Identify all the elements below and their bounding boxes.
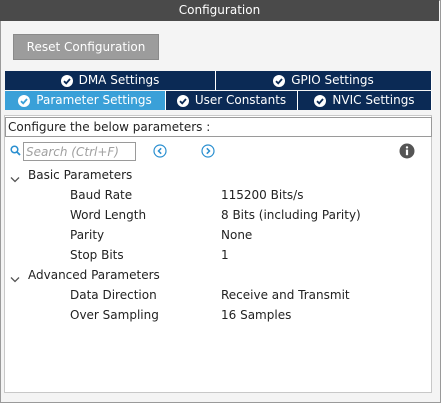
param-value[interactable]: Receive and Transmit [221,285,350,305]
tab-gpio-settings[interactable]: GPIO Settings [216,71,432,90]
group-advanced-parameters[interactable]: Advanced Parameters [10,265,430,285]
tab-dma-settings[interactable]: DMA Settings [5,71,216,90]
search-icon [10,145,21,159]
check-circle-icon [60,74,73,87]
param-value[interactable]: 115200 Bits/s [221,185,303,205]
param-name: Over Sampling [70,308,159,322]
param-row-stop-bits[interactable]: Stop Bits 1 [0,245,430,265]
param-row-over-sampling[interactable]: Over Sampling 16 Samples [0,305,430,325]
param-row-baud-rate[interactable]: Baud Rate 115200 Bits/s [0,185,430,205]
tab-nvic-settings[interactable]: NVIC Settings [298,91,432,110]
param-name: Parity [70,228,105,242]
tab-user-constants[interactable]: User Constants [166,91,298,110]
tab-parameter-settings[interactable]: Parameter Settings [5,91,166,110]
description-text: Configure the below parameters : [5,117,432,137]
param-name: Word Length [70,208,147,222]
tab-label: NVIC Settings [332,93,415,107]
check-circle-icon [273,74,286,87]
group-label: Basic Parameters [28,168,133,182]
param-name: Baud Rate [70,188,133,202]
param-value[interactable]: None [221,225,252,245]
info-icon[interactable] [399,143,415,162]
param-row-word-length[interactable]: Word Length 8 Bits (including Parity) [0,205,430,225]
param-name: Stop Bits [70,248,124,262]
search-input[interactable] [23,142,136,161]
check-circle-icon [314,94,327,107]
param-value[interactable]: 1 [221,245,229,265]
param-value[interactable]: 8 Bits (including Parity) [221,205,361,225]
param-value[interactable]: 16 Samples [221,305,291,325]
check-circle-icon [176,94,189,107]
tab-label: Parameter Settings [36,93,152,107]
check-circle-icon [18,94,31,107]
group-label: Advanced Parameters [28,268,160,282]
panel-title: Configuration [0,0,439,21]
tab-label: DMA Settings [78,73,160,87]
param-row-parity[interactable]: Parity None [0,225,430,245]
param-row-data-direction[interactable]: Data Direction Receive and Transmit [0,285,430,305]
chevron-left-circle-icon[interactable] [153,144,167,161]
chevron-right-circle-icon[interactable] [201,144,215,161]
reset-configuration-button[interactable]: Reset Configuration [13,34,159,60]
tab-label: User Constants [194,93,287,107]
param-name: Data Direction [70,288,157,302]
tab-label: GPIO Settings [291,73,374,87]
group-basic-parameters[interactable]: Basic Parameters [10,165,430,185]
